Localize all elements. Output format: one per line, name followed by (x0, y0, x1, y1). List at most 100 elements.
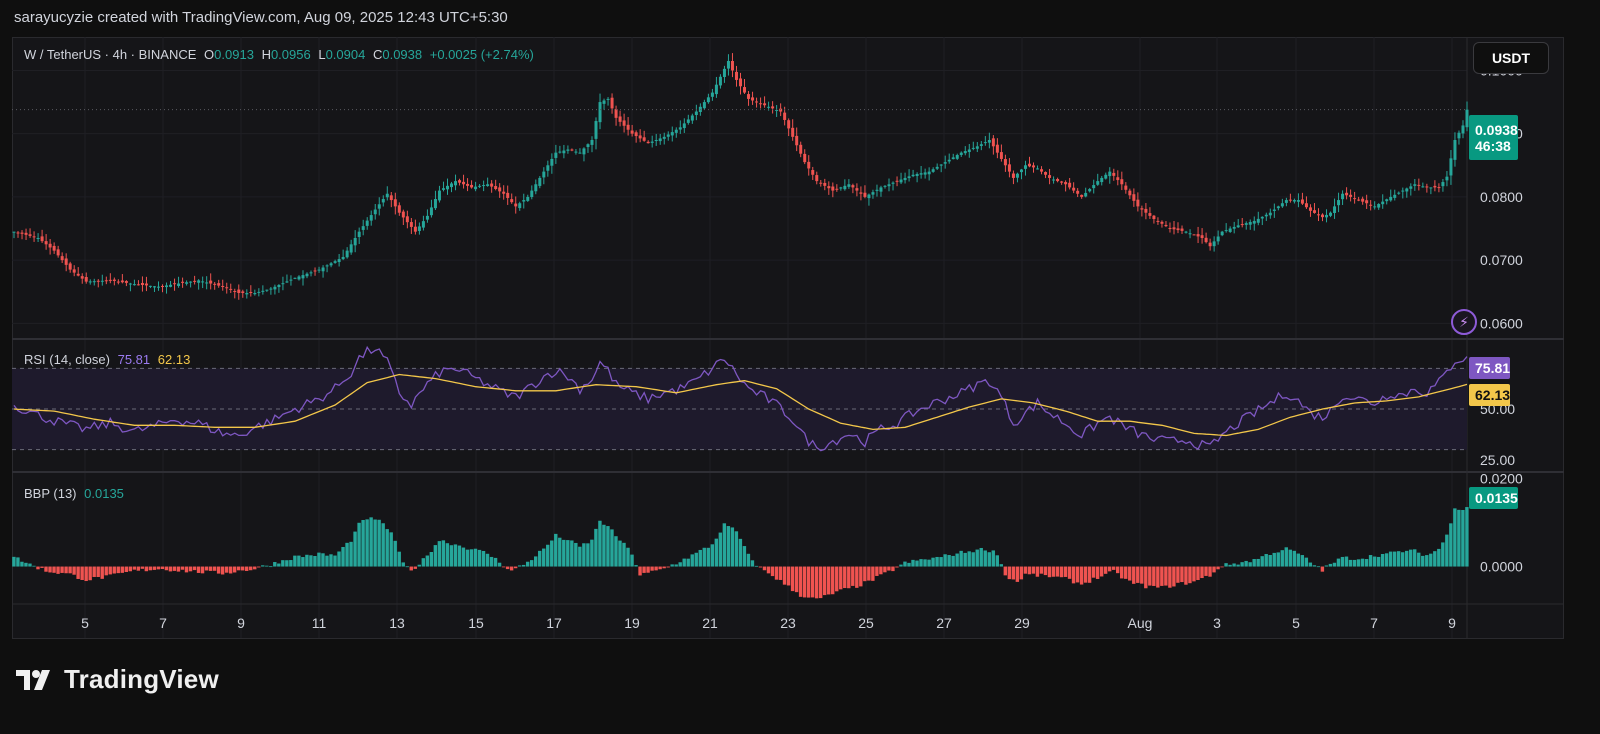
candle-body (542, 171, 546, 178)
candle-body (1381, 201, 1385, 205)
bbp-bar (827, 566, 831, 595)
x-tick-label: 9 (1448, 615, 1456, 631)
bbp-bar (995, 555, 999, 567)
candle-body (514, 203, 518, 207)
candle-body (433, 199, 437, 209)
candle-body (409, 222, 413, 227)
candle-body (554, 152, 558, 158)
bbp-bar (971, 552, 975, 567)
candle-body (124, 281, 128, 283)
candle-body (466, 183, 470, 186)
candle-body (413, 226, 417, 232)
bbp-bar (1047, 566, 1052, 578)
bbp-bar (128, 566, 133, 572)
candle-body (209, 280, 213, 284)
candle-body (827, 186, 831, 189)
bbp-bar (1332, 562, 1337, 567)
candle-body (353, 238, 357, 246)
bbp-bar (20, 561, 24, 567)
x-tick-label: 11 (312, 615, 327, 631)
candle-body (718, 76, 722, 86)
bbp-bar (204, 566, 209, 571)
bbp-bar (1413, 549, 1417, 567)
candle-body (955, 155, 959, 159)
candle-body (1124, 185, 1128, 190)
rsi-tick-label: 25.00 (1480, 452, 1515, 468)
bbp-bar (453, 544, 458, 567)
candle-body (1156, 220, 1160, 222)
bbp-bar (550, 540, 554, 567)
bbp-bar (136, 566, 141, 571)
bbp-bar (92, 566, 96, 577)
bbp-bar (429, 551, 434, 567)
bbp-bar (1111, 566, 1116, 570)
bbp-bar (1224, 563, 1228, 567)
bbp-bar (1344, 556, 1349, 567)
price-tick-label: 0.0800 (1480, 189, 1523, 205)
candle-body (1108, 171, 1112, 177)
bbp-bar (614, 536, 618, 567)
bbp-bar (586, 543, 590, 567)
candle-body (72, 269, 76, 273)
candle-body (578, 152, 582, 154)
bbp-bar (373, 519, 377, 567)
x-tick-label: 3 (1213, 615, 1221, 631)
candle-body (474, 186, 478, 190)
chart-svg[interactable]: 0.10000.09000.08000.07000.060050.0025.00… (0, 0, 1600, 734)
candle-body (1072, 187, 1076, 191)
candle-body (1120, 179, 1124, 185)
bbp-bar (646, 566, 650, 573)
candle-body (1329, 212, 1333, 216)
bbp-bar (469, 549, 474, 567)
candle-body (140, 282, 144, 285)
candle-body (747, 94, 751, 99)
bbp-bar (923, 559, 927, 567)
bbp-bar (855, 566, 859, 588)
candle-body (522, 200, 526, 202)
candle-body (1007, 164, 1011, 172)
bbp-bar (1264, 554, 1268, 567)
change-value: +0.0025 (+2.74%) (429, 47, 534, 62)
bbp-bar (1079, 566, 1084, 585)
candle-body (361, 226, 365, 230)
lightning-icon[interactable]: ⚡ (1451, 309, 1477, 335)
bbp-value-tag: 0.0135 (1469, 487, 1518, 509)
bbp-bar (690, 554, 694, 567)
bbp-bar (36, 566, 40, 570)
candle-body (100, 280, 104, 282)
candle-body (582, 148, 586, 155)
bbp-bar (562, 539, 566, 567)
candle-body (454, 181, 458, 186)
candle-body (1212, 241, 1216, 247)
candle-body (795, 135, 799, 146)
bbp-bar (216, 566, 221, 574)
bbp-bar (1429, 553, 1433, 567)
candle-body (1401, 190, 1405, 192)
candle-body (562, 150, 566, 154)
bbp-bar (863, 566, 867, 582)
candle-body (197, 280, 201, 283)
candle-body (999, 152, 1003, 159)
candle-body (237, 289, 241, 294)
bbp-bar (979, 547, 983, 567)
bbp-bar (104, 566, 108, 576)
candle-body (76, 273, 80, 276)
candle-body (1441, 182, 1445, 187)
bbp-bar (140, 566, 145, 569)
candle-body (1377, 204, 1381, 208)
candle-body (1228, 228, 1232, 232)
currency-button[interactable]: USDT (1473, 42, 1549, 74)
candle-body (1284, 200, 1288, 203)
candle-body (694, 111, 698, 115)
candle-body (20, 232, 24, 234)
bbp-bar (1188, 566, 1192, 584)
bbp-bar (120, 566, 124, 573)
bbp-bar (1007, 566, 1012, 580)
candle-body (169, 284, 173, 287)
bbp-bar (903, 561, 907, 567)
candle-body (963, 151, 967, 154)
candle-body (357, 231, 361, 237)
bbp-bar (1192, 566, 1196, 582)
candle-body (923, 172, 927, 175)
bbp-bar (1328, 563, 1333, 567)
